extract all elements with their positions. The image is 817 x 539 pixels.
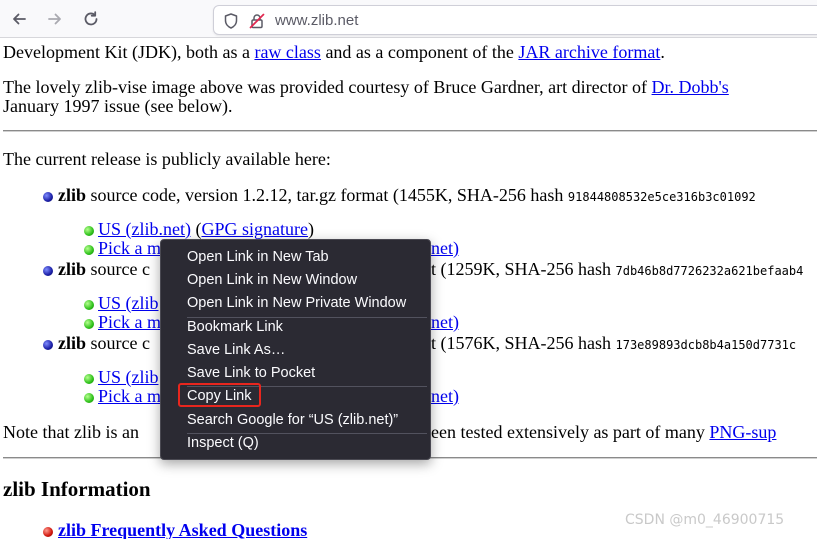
link-dr-dobbs[interactable]: Dr. Dobb's: [652, 77, 729, 97]
download-line: US (zlib: [98, 367, 159, 388]
note-line: Note that zlib is an: [3, 422, 139, 443]
menu-item-save-link-as[interactable]: Save Link As…: [187, 339, 285, 361]
shield-icon[interactable]: [222, 12, 240, 30]
link-pick-mirror-tail[interactable]: net): [431, 312, 459, 332]
release-name: zlib: [58, 259, 87, 279]
mirror-link-tail[interactable]: net): [431, 386, 459, 407]
bullet-icon: [84, 374, 94, 384]
link-zlib-faq[interactable]: zlib Frequently Asked Questions: [58, 520, 307, 539]
menu-item-bookmark-link[interactable]: Bookmark Link: [187, 316, 283, 338]
menu-item-search-google[interactable]: Search Google for “US (zlib.net)”: [187, 409, 398, 431]
link-pick-mirror[interactable]: Pick a m: [98, 238, 161, 258]
link-jar-archive-format[interactable]: JAR archive format: [518, 42, 660, 62]
release-desc: source code, version 1.2.12, tar.gz form…: [86, 185, 568, 205]
text-segment: Note that zlib is an: [3, 422, 139, 442]
text-segment: ): [307, 219, 314, 239]
forward-button[interactable]: [42, 6, 68, 32]
mirror-link-tail[interactable]: net): [431, 312, 459, 333]
mirror-link-tail[interactable]: net): [431, 238, 459, 259]
browser-toolbar: www.zlib.net: [0, 0, 817, 38]
mirror-link[interactable]: Pick a m: [98, 238, 161, 259]
download-line: US (zlib.net) (GPG signature): [98, 219, 314, 240]
release-item: zlib source c: [58, 259, 150, 280]
release-desc: source c: [86, 259, 150, 279]
menu-item-open-new-tab[interactable]: Open Link in New Tab: [187, 246, 329, 268]
release-desc: source c: [86, 333, 150, 353]
release-item: zlib source c: [58, 333, 150, 354]
back-button[interactable]: [6, 6, 32, 32]
faq-line: zlib Frequently Asked Questions: [58, 520, 307, 539]
release-hash: 173e89893dcb8b4a150d7731c: [615, 338, 797, 352]
bullet-icon: [43, 340, 53, 350]
mirror-link[interactable]: Pick a m: [98, 386, 161, 407]
link-us-zlib-net[interactable]: US (zlib: [98, 367, 159, 387]
context-menu: Open Link in New Tab Open Link in New Wi…: [160, 239, 431, 460]
menu-item-open-new-window[interactable]: Open Link in New Window: [187, 269, 357, 291]
bullet-icon: [84, 245, 94, 255]
text-segment: and as a component of the: [320, 42, 519, 62]
release-intro: The current release is publicly availabl…: [3, 149, 331, 169]
release-item-tail: t (1259K, SHA-256 hash 7db46b8d7726232a6…: [431, 259, 803, 282]
release-hash: 91844808532e5ce316b3c01092: [567, 190, 756, 204]
mirror-link[interactable]: Pick a m: [98, 312, 161, 333]
bullet-icon: [84, 226, 94, 236]
url-bar[interactable]: www.zlib.net: [213, 5, 817, 35]
section-heading: zlib Information: [3, 477, 151, 501]
watermark: CSDN @m0_46900715: [625, 512, 785, 528]
text-line-issue: January 1997 issue (see below).: [3, 96, 233, 116]
copy-link-highlight-box: [178, 383, 261, 407]
arrow-left-icon: [13, 13, 26, 25]
release-item-tail: t (1576K, SHA-256 hash 173e89893dcb8b4a1…: [431, 333, 796, 356]
reload-button[interactable]: [78, 6, 104, 32]
link-pick-mirror[interactable]: Pick a m: [98, 386, 161, 406]
bullet-icon: [84, 393, 94, 403]
link-gpg-signature[interactable]: GPG signature: [201, 219, 308, 239]
link-us-zlib-net[interactable]: US (zlib: [98, 293, 159, 313]
release-hash: 7db46b8d7726232a621befaab4: [615, 264, 804, 278]
bullet-icon: [43, 527, 53, 537]
menu-item-save-to-pocket[interactable]: Save Link to Pocket: [187, 362, 315, 384]
release-name: zlib: [58, 333, 87, 353]
link-pick-mirror[interactable]: Pick a m: [98, 312, 161, 332]
release-item: zlib source code, version 1.2.12, tar.gz…: [58, 185, 756, 208]
text-line-jdk: Development Kit (JDK), both as a raw cla…: [3, 42, 665, 63]
link-us-zlib-net[interactable]: US (zlib.net): [98, 219, 191, 239]
reload-icon: [84, 11, 98, 26]
horizontal-rule: [3, 130, 817, 132]
text-line-image-credit: The lovely zlib-vise image above was pro…: [3, 77, 729, 98]
text-segment: Development Kit (JDK), both as a: [3, 42, 255, 62]
bullet-icon: [84, 300, 94, 310]
release-desc: t (1576K, SHA-256 hash: [431, 333, 616, 353]
release-desc: t (1259K, SHA-256 hash: [431, 259, 616, 279]
menu-item-inspect[interactable]: Inspect (Q): [187, 432, 259, 454]
release-name: zlib: [58, 185, 87, 205]
download-line: US (zlib: [98, 293, 159, 314]
text-segment: The lovely zlib-vise image above was pro…: [3, 77, 652, 97]
arrow-right-icon: [48, 13, 61, 25]
insecure-lock-icon[interactable]: [248, 12, 266, 30]
link-raw-class[interactable]: raw class: [254, 42, 320, 62]
link-png-support[interactable]: PNG-sup: [709, 422, 776, 442]
url-text[interactable]: www.zlib.net: [275, 12, 358, 29]
menu-item-open-private-window[interactable]: Open Link in New Private Window: [187, 292, 406, 314]
note-line-tail: een tested extensively as part of many P…: [431, 422, 776, 443]
text-segment: (: [190, 219, 202, 239]
text-segment: .: [660, 42, 665, 62]
bullet-icon: [43, 192, 53, 202]
text-segment: een tested extensively as part of many: [431, 422, 710, 442]
bullet-icon: [43, 266, 53, 276]
link-pick-mirror-tail[interactable]: net): [431, 238, 459, 258]
link-pick-mirror-tail[interactable]: net): [431, 386, 459, 406]
bullet-icon: [84, 319, 94, 329]
